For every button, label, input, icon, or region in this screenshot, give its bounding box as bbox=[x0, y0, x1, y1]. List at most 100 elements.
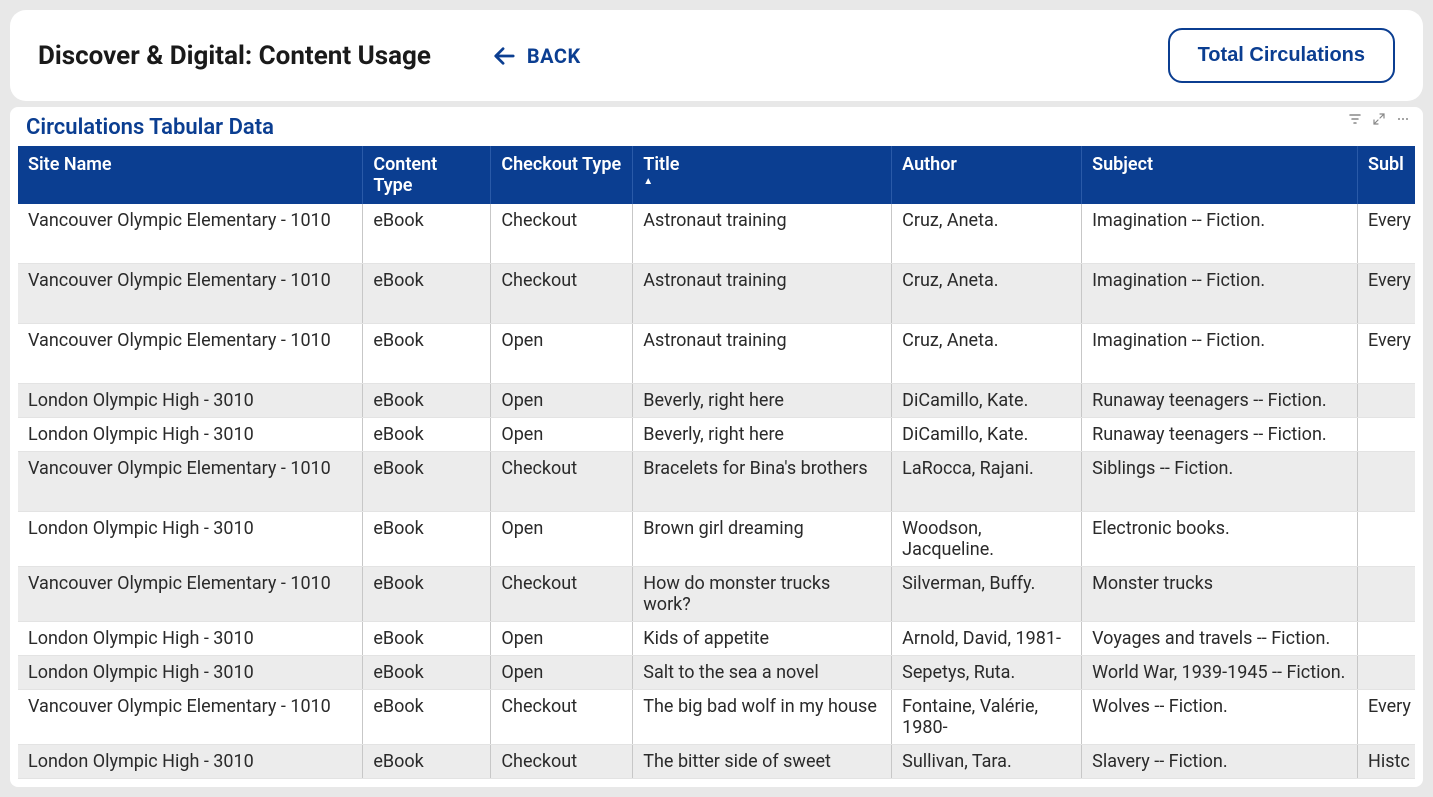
column-header[interactable]: Author bbox=[892, 146, 1082, 204]
table-cell: eBook bbox=[363, 418, 491, 452]
expand-icon[interactable] bbox=[1373, 113, 1385, 125]
column-header[interactable]: Checkout Type bbox=[491, 146, 633, 204]
table-cell: Checkout bbox=[491, 452, 633, 512]
table-cell: Open bbox=[491, 384, 633, 418]
table-row[interactable]: Vancouver Olympic Elementary - 1010eBook… bbox=[18, 690, 1415, 745]
table-cell: Silverman, Buffy. bbox=[892, 567, 1082, 622]
table-cell: Vancouver Olympic Elementary - 1010 bbox=[18, 204, 363, 264]
table-row[interactable]: Vancouver Olympic Elementary - 1010eBook… bbox=[18, 567, 1415, 622]
table-row[interactable]: Vancouver Olympic Elementary - 1010eBook… bbox=[18, 264, 1415, 324]
table-row[interactable]: Vancouver Olympic Elementary - 1010eBook… bbox=[18, 324, 1415, 384]
table-cell: eBook bbox=[363, 452, 491, 512]
arrow-left-icon bbox=[491, 45, 517, 67]
table-cell: Fontaine, Valérie, 1980- bbox=[892, 690, 1082, 745]
column-header[interactable]: Subject bbox=[1082, 146, 1358, 204]
table-cell: Checkout bbox=[491, 690, 633, 745]
table-cell: eBook bbox=[363, 745, 491, 779]
table-row[interactable]: London Olympic High - 3010eBookOpenBever… bbox=[18, 418, 1415, 452]
table-cell bbox=[1358, 656, 1415, 690]
table-cell: eBook bbox=[363, 690, 491, 745]
table-cell: Open bbox=[491, 512, 633, 567]
table-cell: eBook bbox=[363, 384, 491, 418]
table-cell: Astronaut training bbox=[633, 204, 892, 264]
table-row[interactable]: Vancouver Olympic Elementary - 1010eBook… bbox=[18, 452, 1415, 512]
table-cell: Brown girl dreaming bbox=[633, 512, 892, 567]
table-cell: Cruz, Aneta. bbox=[892, 324, 1082, 384]
more-icon[interactable] bbox=[1397, 113, 1409, 125]
table-cell: London Olympic High - 3010 bbox=[18, 622, 363, 656]
table-cell: Salt to the sea a novel bbox=[633, 656, 892, 690]
table-cell: Runaway teenagers -- Fiction. bbox=[1082, 384, 1358, 418]
table-cell: Imagination -- Fiction. bbox=[1082, 324, 1358, 384]
back-button[interactable]: BACK bbox=[491, 44, 581, 68]
table-cell: Woodson, Jacqueline. bbox=[892, 512, 1082, 567]
table-cell: eBook bbox=[363, 656, 491, 690]
table-cell: Checkout bbox=[491, 204, 633, 264]
table-cell: London Olympic High - 3010 bbox=[18, 418, 363, 452]
table-cell: Every bbox=[1358, 324, 1415, 384]
table-cell: World War, 1939-1945 -- Fiction. bbox=[1082, 656, 1358, 690]
table-cell: Monster trucks bbox=[1082, 567, 1358, 622]
circulations-table: Site NameContent TypeCheckout TypeTitle▲… bbox=[18, 146, 1415, 779]
table-cell: London Olympic High - 3010 bbox=[18, 656, 363, 690]
column-header[interactable]: Site Name bbox=[18, 146, 363, 204]
header-card: Discover & Digital: Content Usage BACK T… bbox=[10, 10, 1423, 101]
table-row[interactable]: Vancouver Olympic Elementary - 1010eBook… bbox=[18, 204, 1415, 264]
table-body: Vancouver Olympic Elementary - 1010eBook… bbox=[18, 204, 1415, 779]
table-cell: LaRocca, Rajani. bbox=[892, 452, 1082, 512]
table-cell bbox=[1358, 567, 1415, 622]
table-cell: Every bbox=[1358, 204, 1415, 264]
table-cell: Voyages and travels -- Fiction. bbox=[1082, 622, 1358, 656]
table-cell: Cruz, Aneta. bbox=[892, 204, 1082, 264]
total-circulations-button[interactable]: Total Circulations bbox=[1168, 28, 1395, 83]
table-cell: eBook bbox=[363, 204, 491, 264]
table-cell: London Olympic High - 3010 bbox=[18, 745, 363, 779]
column-header[interactable]: Content Type bbox=[363, 146, 491, 204]
table-cell: How do monster trucks work? bbox=[633, 567, 892, 622]
table-cell: Arnold, David, 1981- bbox=[892, 622, 1082, 656]
sort-asc-icon: ▲ bbox=[643, 177, 881, 187]
table-cell: DiCamillo, Kate. bbox=[892, 384, 1082, 418]
table-cell: Checkout bbox=[491, 745, 633, 779]
table-cell bbox=[1358, 384, 1415, 418]
table-cell: Vancouver Olympic Elementary - 1010 bbox=[18, 567, 363, 622]
table-cell: Astronaut training bbox=[633, 324, 892, 384]
table-cell: Bracelets for Bina's brothers bbox=[633, 452, 892, 512]
table-cell: London Olympic High - 3010 bbox=[18, 512, 363, 567]
table-cell: Histc Fictic bbox=[1358, 745, 1415, 779]
table-cell bbox=[1358, 418, 1415, 452]
table-cell: Slavery -- Fiction. bbox=[1082, 745, 1358, 779]
filter-icon[interactable] bbox=[1349, 113, 1361, 125]
table-cell: Open bbox=[491, 622, 633, 656]
table-cell: Siblings -- Fiction. bbox=[1082, 452, 1358, 512]
table-cell bbox=[1358, 452, 1415, 512]
column-header[interactable]: Subl bbox=[1358, 146, 1415, 204]
table-cell: Imagination -- Fiction. bbox=[1082, 264, 1358, 324]
back-label: BACK bbox=[527, 44, 581, 68]
table-cell: DiCamillo, Kate. bbox=[892, 418, 1082, 452]
table-scroll[interactable]: Site NameContent TypeCheckout TypeTitle▲… bbox=[18, 146, 1415, 779]
table-row[interactable]: London Olympic High - 3010eBookOpenBrown… bbox=[18, 512, 1415, 567]
table-cell: Checkout bbox=[491, 264, 633, 324]
table-cell: Electronic books. bbox=[1082, 512, 1358, 567]
content-card: Circulations Tabular Data Site NameConte… bbox=[10, 107, 1423, 787]
table-cell: Wolves -- Fiction. bbox=[1082, 690, 1358, 745]
table-cell: Beverly, right here bbox=[633, 384, 892, 418]
column-header[interactable]: Title▲ bbox=[633, 146, 892, 204]
table-cell: Cruz, Aneta. bbox=[892, 264, 1082, 324]
table-cell: eBook bbox=[363, 512, 491, 567]
table-cell: Vancouver Olympic Elementary - 1010 bbox=[18, 690, 363, 745]
table-row[interactable]: London Olympic High - 3010eBookOpenBever… bbox=[18, 384, 1415, 418]
table-row[interactable]: London Olympic High - 3010eBookCheckoutT… bbox=[18, 745, 1415, 779]
table-cell: Runaway teenagers -- Fiction. bbox=[1082, 418, 1358, 452]
table-cell bbox=[1358, 622, 1415, 656]
table-cell: Open bbox=[491, 324, 633, 384]
table-cell: Open bbox=[491, 656, 633, 690]
table-cell: The big bad wolf in my house bbox=[633, 690, 892, 745]
table-cell: Imagination -- Fiction. bbox=[1082, 204, 1358, 264]
table-row[interactable]: London Olympic High - 3010eBookOpenKids … bbox=[18, 622, 1415, 656]
table-row[interactable]: London Olympic High - 3010eBookOpenSalt … bbox=[18, 656, 1415, 690]
table-cell bbox=[1358, 512, 1415, 567]
table-cell: Every bbox=[1358, 690, 1415, 745]
table-cell: Kids of appetite bbox=[633, 622, 892, 656]
